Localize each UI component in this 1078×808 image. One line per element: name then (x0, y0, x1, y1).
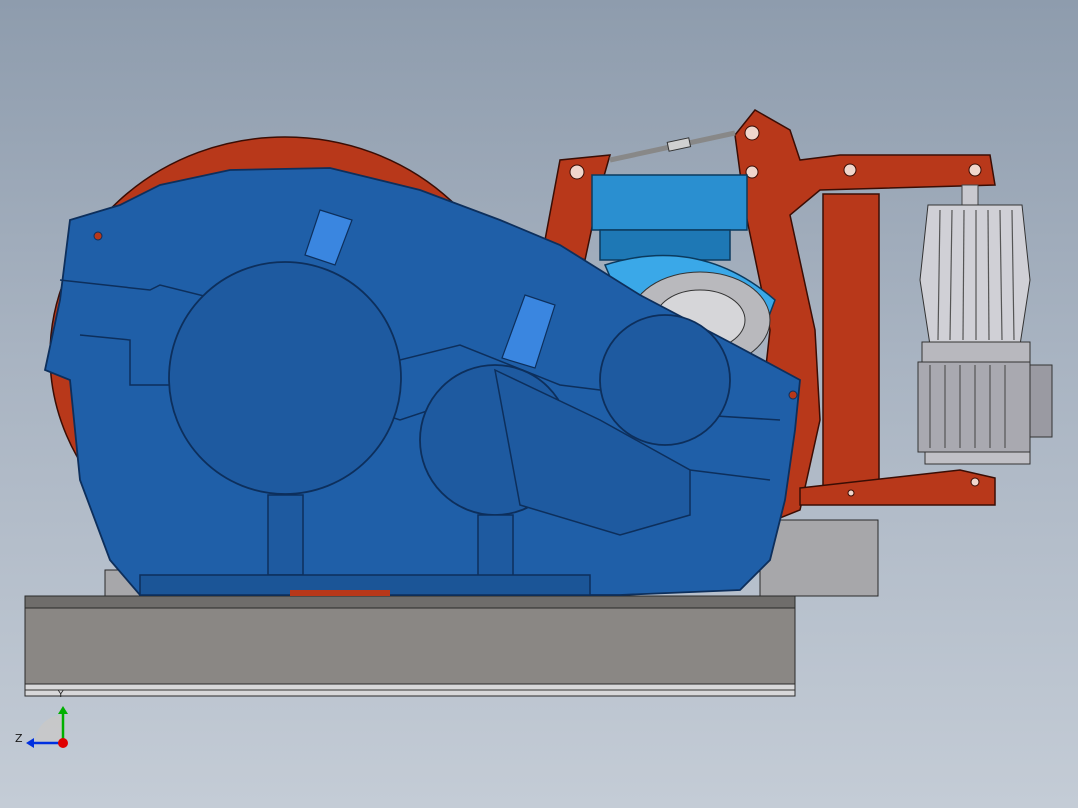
axis-z-label: Z (15, 732, 23, 745)
winch-model[interactable] (0, 0, 1078, 808)
x-axis-dot (58, 738, 68, 748)
cad-viewport[interactable]: Z Y (0, 0, 1078, 808)
axis-y-label: Y (58, 690, 64, 700)
thruster (917, 184, 1053, 465)
coordinate-triad-icon (26, 706, 68, 748)
